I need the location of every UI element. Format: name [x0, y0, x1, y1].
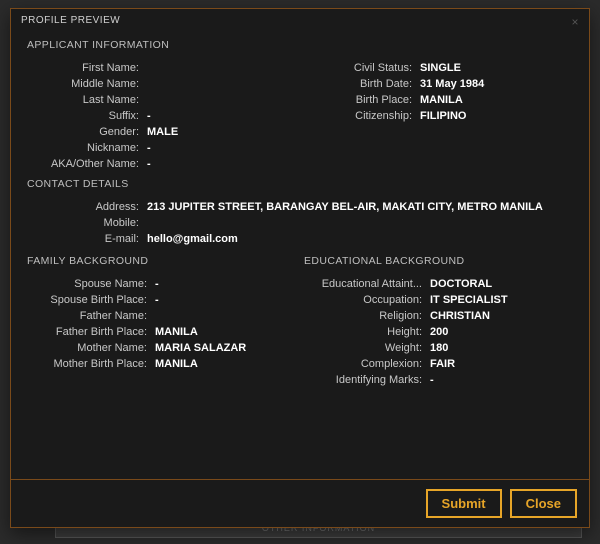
section-title-contact: CONTACT DETAILS [27, 177, 573, 192]
value-gender: MALE [147, 125, 300, 141]
value-last-name [147, 93, 300, 109]
value-aka: - [147, 157, 300, 173]
label-aka: AKA/Other Name: [27, 157, 147, 173]
section-title-family: FAMILY BACKGROUND [27, 254, 296, 269]
value-height: 200 [430, 325, 573, 341]
value-occupation: IT SPECIALIST [430, 293, 573, 309]
modal-title: PROFILE PREVIEW [21, 15, 120, 26]
section-title-education: EDUCATIONAL BACKGROUND [296, 254, 573, 269]
label-complexion: Complexion: [300, 357, 430, 373]
close-icon[interactable]: × [567, 13, 583, 31]
label-birth-date: Birth Date: [300, 77, 420, 93]
value-religion: CHRISTIAN [430, 309, 573, 325]
label-address: Address: [27, 200, 147, 216]
value-email: hello@gmail.com [147, 232, 573, 248]
label-email: E-mail: [27, 232, 147, 248]
modal-body: APPLICANT INFORMATION First Name: Middle… [11, 30, 589, 479]
applicant-left: First Name: Middle Name: Last Name: Suff… [27, 61, 300, 173]
label-gender: Gender: [27, 125, 147, 141]
label-weight: Weight: [300, 341, 430, 357]
value-mother-name: MARIA SALAZAR [155, 341, 300, 357]
label-spouse-birth-place: Spouse Birth Place: [27, 293, 155, 309]
label-middle-name: Middle Name: [27, 77, 147, 93]
label-suffix: Suffix: [27, 109, 147, 125]
value-weight: 180 [430, 341, 573, 357]
label-religion: Religion: [300, 309, 430, 325]
value-citizenship: FILIPINO [420, 109, 573, 125]
contact-block: Address:213 JUPITER STREET, BARANGAY BEL… [27, 200, 573, 248]
value-suffix: - [147, 109, 300, 125]
family-edu-titles: FAMILY BACKGROUND EDUCATIONAL BACKGROUND [27, 248, 573, 277]
label-birth-place: Birth Place: [300, 93, 420, 109]
modal-footer: Submit Close [11, 479, 589, 527]
value-birth-date: 31 May 1984 [420, 77, 573, 93]
label-civil-status: Civil Status: [300, 61, 420, 77]
label-last-name: Last Name: [27, 93, 147, 109]
label-mother-name: Mother Name: [27, 341, 155, 357]
label-father-name: Father Name: [27, 309, 155, 325]
value-attainment: DOCTORAL [430, 277, 573, 293]
close-button[interactable]: Close [510, 489, 577, 518]
value-civil-status: SINGLE [420, 61, 573, 77]
applicant-right: Civil Status:SINGLE Birth Date:31 May 19… [300, 61, 573, 173]
value-middle-name [147, 77, 300, 93]
label-mother-birth-place: Mother Birth Place: [27, 357, 155, 373]
family-block: Spouse Name:- Spouse Birth Place:- Fathe… [27, 277, 300, 389]
section-title-applicant: APPLICANT INFORMATION [27, 38, 573, 53]
label-height: Height: [300, 325, 430, 341]
family-edu-columns: Spouse Name:- Spouse Birth Place:- Fathe… [27, 277, 573, 389]
value-complexion: FAIR [430, 357, 573, 373]
label-father-birth-place: Father Birth Place: [27, 325, 155, 341]
value-mother-birth-place: MANILA [155, 357, 300, 373]
value-mobile [147, 216, 573, 232]
profile-preview-modal: PROFILE PREVIEW × APPLICANT INFORMATION … [10, 8, 590, 528]
label-marks: Identifying Marks: [300, 373, 430, 389]
modal-header: PROFILE PREVIEW × [11, 9, 589, 30]
value-spouse-birth-place: - [155, 293, 300, 309]
label-occupation: Occupation: [300, 293, 430, 309]
submit-button[interactable]: Submit [426, 489, 502, 518]
label-attainment: Educational Attaint... [300, 277, 430, 293]
applicant-columns: First Name: Middle Name: Last Name: Suff… [27, 61, 573, 173]
label-citizenship: Citizenship: [300, 109, 420, 125]
value-father-name [155, 309, 300, 325]
value-first-name [147, 61, 300, 77]
label-nickname: Nickname: [27, 141, 147, 157]
value-marks: - [430, 373, 573, 389]
value-father-birth-place: MANILA [155, 325, 300, 341]
value-address: 213 JUPITER STREET, BARANGAY BEL-AIR, MA… [147, 200, 573, 216]
value-nickname: - [147, 141, 300, 157]
value-birth-place: MANILA [420, 93, 573, 109]
label-spouse-name: Spouse Name: [27, 277, 155, 293]
value-spouse-name: - [155, 277, 300, 293]
label-first-name: First Name: [27, 61, 147, 77]
education-block: Educational Attaint...DOCTORAL Occupatio… [300, 277, 573, 389]
label-mobile: Mobile: [27, 216, 147, 232]
